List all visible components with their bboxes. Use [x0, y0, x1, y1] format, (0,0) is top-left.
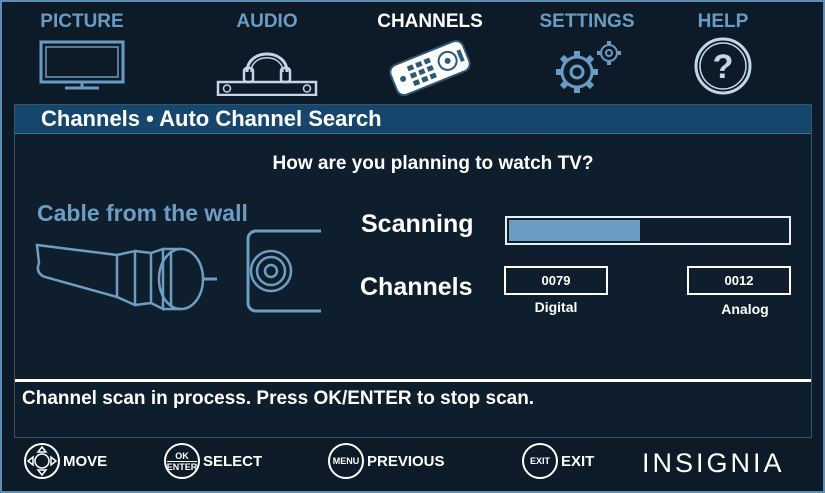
hint-exit[interactable]: EXIT EXIT	[522, 443, 594, 479]
tab-help-label: HELP	[697, 11, 749, 32]
gears-icon	[556, 41, 621, 93]
source-label: Cable from the wall	[37, 200, 248, 226]
question-icon: ?	[694, 37, 752, 95]
exit-icon-text: EXIT	[529, 456, 550, 466]
hint-move[interactable]: MOVE	[24, 443, 107, 479]
status-divider	[15, 379, 811, 382]
tab-picture-label: PICTURE	[40, 11, 124, 32]
scanning-label: Scanning	[361, 210, 474, 238]
hint-select[interactable]: OK ENTER SELECT	[164, 443, 262, 479]
tab-settings-label: SETTINGS	[539, 11, 635, 32]
menu-icon-text: MENU	[332, 456, 360, 466]
svg-text:?: ?	[713, 48, 734, 86]
status-message: Channel scan in process. Press OK/ENTER …	[22, 388, 535, 409]
analog-count-box: 0012	[687, 266, 791, 295]
tv-icon	[39, 40, 125, 90]
panel-title: Channels • Auto Channel Search	[41, 106, 382, 131]
brand-logo: INSIGNIA	[642, 448, 785, 478]
tab-audio[interactable]: AUDIO	[212, 10, 322, 96]
panel-title-bar: Channels • Auto Channel Search	[15, 105, 811, 134]
headphones-icon	[216, 52, 318, 96]
channels-label: Channels	[360, 273, 473, 301]
tv-menu-frame: PICTURE AUDIO CHANNELS SETTINGS HELP ? C…	[0, 0, 825, 493]
analog-caption: Analog	[721, 301, 769, 317]
tab-channels[interactable]: CHANNELS	[370, 10, 490, 96]
auto-channel-search-panel: Channels • Auto Channel Search How are y…	[14, 104, 812, 438]
enter-text: ENTER	[166, 460, 198, 472]
menu-button-icon: MENU	[328, 443, 364, 479]
tab-picture[interactable]: PICTURE	[32, 10, 132, 92]
tab-settings[interactable]: SETTINGS	[532, 10, 642, 96]
digital-caption: Digital	[534, 299, 578, 315]
scan-progress-bar	[505, 216, 791, 245]
hint-select-label: SELECT	[203, 452, 263, 470]
tab-channels-label: CHANNELS	[377, 11, 483, 32]
ok-text: OK	[175, 450, 189, 461]
hint-exit-label: EXIT	[561, 452, 595, 470]
hint-previous[interactable]: MENU PREVIOUS	[328, 443, 445, 479]
dpad-icon	[24, 443, 60, 479]
exit-button-icon: EXIT	[522, 443, 558, 479]
tab-help[interactable]: HELP ?	[678, 10, 768, 96]
digital-count-box: 0079	[504, 266, 608, 295]
question-text: How are you planning to watch TV?	[272, 153, 594, 174]
coax-cable-icon	[35, 229, 321, 313]
hint-move-label: MOVE	[63, 452, 108, 470]
tab-audio-label: AUDIO	[236, 11, 298, 32]
scan-progress-fill	[509, 220, 640, 241]
remote-icon	[389, 39, 471, 96]
ok-enter-icon: OK ENTER	[164, 443, 200, 479]
hint-previous-label: PREVIOUS	[367, 452, 445, 470]
